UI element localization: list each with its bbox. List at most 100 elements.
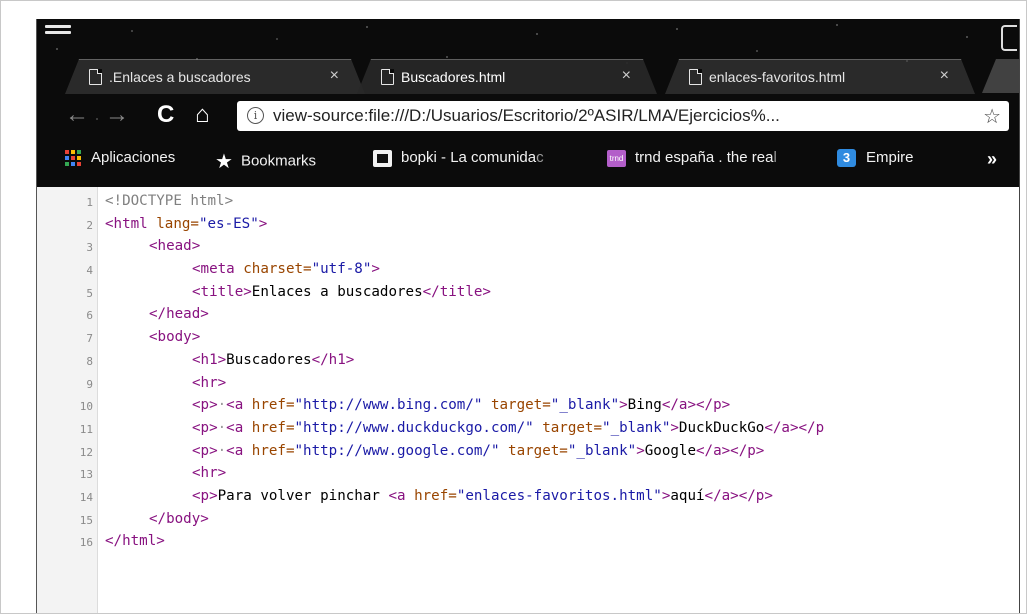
source-line: 9 <hr> (37, 373, 1019, 396)
code-text: <head> (149, 238, 201, 255)
bookmark-label-fade: c (536, 149, 544, 166)
code-text: <title>Enlaces a buscadores</title> (192, 283, 491, 300)
screenshot-frame: .Enlaces a buscadores × Buscadores.html … (0, 0, 1027, 614)
link-url[interactable]: "http://www.bing.com/" (295, 397, 483, 413)
code-text: <hr> (192, 374, 227, 391)
tab-enlaces-a-buscadores[interactable]: .Enlaces a buscadores × (65, 59, 365, 94)
bookmark-label: Empire (866, 149, 914, 166)
code-text: <meta charset="utf-8"> (192, 261, 380, 278)
bookmark-empire[interactable]: 3 Empire (837, 149, 914, 173)
line-number: 14 (79, 490, 93, 504)
source-line: 11 <p>·<a href="http://www.duckduckgo.co… (37, 418, 1019, 441)
document-icon (381, 69, 394, 85)
source-line: 3 <head> (37, 236, 1019, 259)
bookmark-label: bopki - La comunida (401, 149, 537, 166)
reload-icon[interactable]: C (157, 101, 174, 129)
link-url[interactable]: "http://www.duckduckgo.com/" (295, 420, 534, 436)
source-lines: 1 <!DOCTYPE html> 2 <html lang="es-ES"> … (37, 191, 1019, 554)
forward-arrow-icon[interactable]: → (105, 101, 129, 129)
source-line: 8 <h1>Buscadores</h1> (37, 350, 1019, 373)
code-text: </body> (149, 510, 209, 527)
window-edge-icon (1001, 25, 1017, 51)
bookmark-label-fade: l (773, 149, 777, 166)
code-text: <p>·<a href="http://www.google.com/" tar… (192, 442, 765, 459)
bookmarks-bar: Aplicaciones ★ Bookmarks bopki - La comun… (37, 139, 1019, 183)
line-number: 10 (79, 400, 93, 414)
line-number: 7 (86, 332, 93, 346)
line-number: 15 (79, 513, 93, 527)
document-icon (89, 69, 102, 85)
address-bar[interactable]: i view-source:file:///D:/Usuarios/Escrit… (237, 101, 1009, 131)
star-icon[interactable]: ☆ (983, 104, 1001, 129)
code-text: <body> (149, 329, 201, 346)
line-number: 9 (86, 377, 93, 391)
source-view: 1 <!DOCTYPE html> 2 <html lang="es-ES"> … (37, 187, 1019, 613)
window-menu-icon[interactable] (45, 25, 71, 39)
source-line: 5 <title>Enlaces a buscadores</title> (37, 282, 1019, 305)
source-line: 1 <!DOCTYPE html> (37, 191, 1019, 214)
tab-label: Buscadores.html (401, 69, 506, 85)
line-number: 13 (79, 468, 93, 482)
code-text: <p>Para volver pinchar <a href="enlaces-… (192, 487, 773, 504)
source-line: 13 <hr> (37, 463, 1019, 486)
toolbar: ← → C ⌂ i view-source:file:///D:/Usuario… (37, 95, 1019, 135)
browser-window: .Enlaces a buscadores × Buscadores.html … (36, 19, 1020, 613)
bookmark-label: trnd españa . the rea (635, 149, 774, 166)
line-number: 3 (86, 241, 93, 255)
code-text: <p>·<a href="http://www.duckduckgo.com/"… (192, 419, 825, 436)
line-number: 6 (86, 309, 93, 323)
source-line: 10 <p>·<a href="http://www.bing.com/" ta… (37, 395, 1019, 418)
source-line: 14 <p>Para volver pinchar <a href="enlac… (37, 486, 1019, 509)
bopki-icon (373, 149, 392, 167)
bookmark-bopki[interactable]: bopki - La comunidac (373, 149, 544, 173)
tab-label: .Enlaces a buscadores (109, 69, 251, 85)
tab-label: enlaces-favoritos.html (709, 69, 846, 85)
empire-icon: 3 (837, 149, 856, 168)
bookmark-apps[interactable]: Aplicaciones (65, 149, 175, 173)
browser-chrome: .Enlaces a buscadores × Buscadores.html … (37, 19, 1019, 187)
close-icon[interactable]: × (330, 67, 339, 85)
line-number: 8 (86, 354, 93, 368)
line-number: 5 (86, 286, 93, 300)
more-bookmarks-chevron-icon[interactable]: » (987, 149, 997, 170)
bookmark-label: Aplicaciones (91, 149, 176, 166)
code-text: <html lang="es-ES"> (105, 215, 268, 232)
bookmark-bookmarks[interactable]: ★ Bookmarks (215, 149, 316, 173)
close-icon[interactable]: × (940, 67, 949, 85)
link-url[interactable]: "enlaces-favoritos.html" (457, 488, 662, 504)
code-text: <h1>Buscadores</h1> (192, 351, 355, 368)
source-line: 15 </body> (37, 509, 1019, 532)
line-number: 4 (86, 264, 93, 278)
star-icon: ★ (215, 151, 233, 173)
code-text: <!DOCTYPE html> (105, 193, 234, 209)
bookmark-trnd[interactable]: trnd trnd españa . the real (607, 149, 777, 173)
line-number: 16 (79, 536, 93, 550)
source-line: 12 <p>·<a href="http://www.google.com/" … (37, 441, 1019, 464)
code-text: <hr> (192, 465, 227, 482)
source-line: 2 <html lang="es-ES"> (37, 214, 1019, 237)
url-text[interactable]: view-source:file:///D:/Usuarios/Escritor… (273, 106, 780, 126)
source-line: 16 </html> (37, 531, 1019, 554)
bookmark-label: Bookmarks (240, 152, 316, 170)
tab-buscadores[interactable]: Buscadores.html × (357, 59, 657, 94)
source-line: 7 <body> (37, 327, 1019, 350)
home-icon[interactable]: ⌂ (195, 101, 210, 129)
apps-grid-icon (65, 150, 81, 167)
line-number: 11 (79, 422, 93, 436)
close-icon[interactable]: × (622, 67, 631, 85)
line-number: 2 (86, 218, 93, 232)
source-line: 4 <meta charset="utf-8"> (37, 259, 1019, 282)
document-icon (689, 69, 702, 85)
tab-enlaces-favoritos[interactable]: enlaces-favoritos.html × (665, 59, 975, 94)
source-line: 6 </head> (37, 304, 1019, 327)
line-number: 1 (86, 196, 93, 209)
line-number: 12 (79, 445, 93, 459)
link-url[interactable]: "http://www.google.com/" (295, 443, 500, 459)
new-tab-button[interactable] (982, 59, 1019, 93)
code-text: </head> (149, 306, 209, 323)
back-arrow-icon[interactable]: ← (65, 101, 89, 129)
info-icon[interactable]: i (247, 107, 264, 124)
code-text: <p>·<a href="http://www.bing.com/" targe… (192, 397, 731, 414)
code-text: </html> (105, 533, 165, 550)
trnd-icon: trnd (607, 149, 626, 167)
